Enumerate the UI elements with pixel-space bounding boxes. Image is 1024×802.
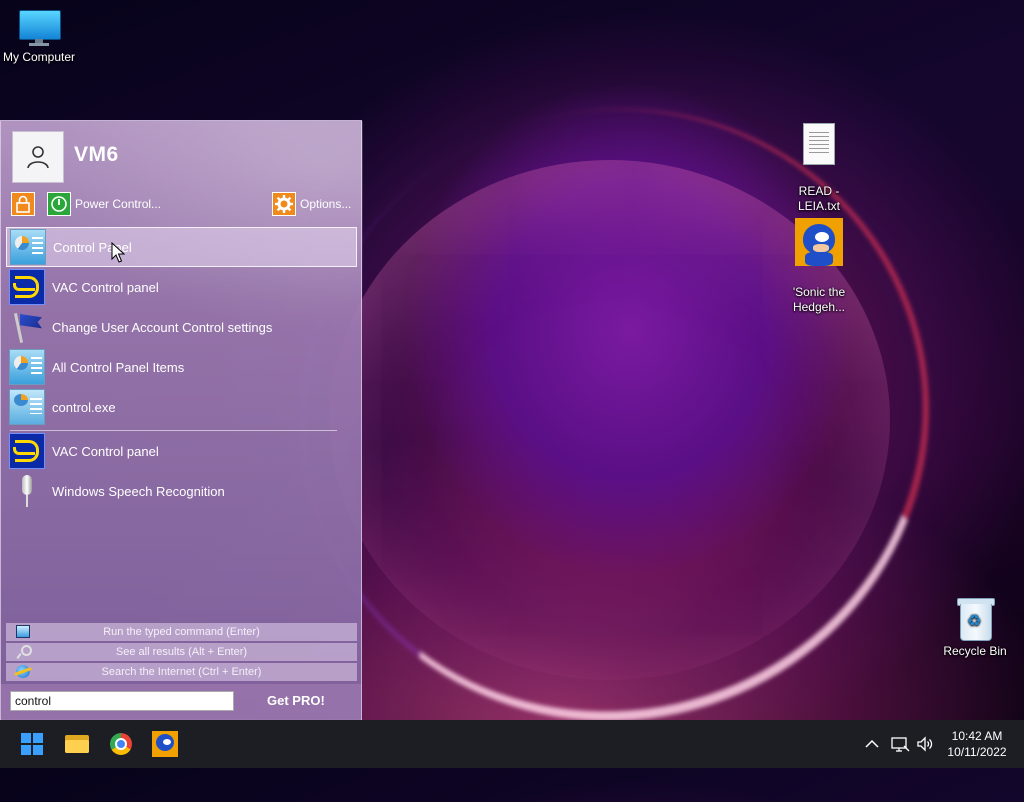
search-internet-button[interactable]: Search the Internet (Ctrl + Enter) xyxy=(6,663,357,681)
vac-icon xyxy=(9,269,45,305)
chevron-up-icon xyxy=(865,739,879,748)
microphone-icon xyxy=(9,473,45,509)
desktop-icon-my-computer[interactable]: My Computer xyxy=(0,10,81,65)
system-clock[interactable]: 10:42 AM 10/11/2022 xyxy=(940,728,1014,760)
volume-button[interactable] xyxy=(915,720,935,768)
result-vac-control-panel-2[interactable]: VAC Control panel xyxy=(6,431,357,471)
sonic-icon xyxy=(152,731,178,757)
internet-explorer-icon xyxy=(16,665,30,678)
search-results: Control Panel VAC Control panel Change U… xyxy=(6,227,357,511)
result-label: Change User Account Control settings xyxy=(52,319,273,335)
control-panel-icon xyxy=(9,349,45,385)
file-explorer-icon xyxy=(65,735,89,753)
power-control-label[interactable]: Power Control... xyxy=(75,197,161,211)
user-icon xyxy=(27,146,49,169)
lock-icon xyxy=(16,195,30,213)
text-file-icon xyxy=(803,123,835,165)
result-speech-recognition[interactable]: Windows Speech Recognition xyxy=(6,471,357,511)
result-label: control.exe xyxy=(52,399,116,415)
options-label[interactable]: Options... xyxy=(300,197,351,211)
desktop-icon-recycle-bin[interactable]: ♻ Recycle Bin xyxy=(933,598,1017,659)
clock-date: 10/11/2022 xyxy=(947,745,1007,759)
lock-button[interactable] xyxy=(11,192,35,216)
network-icon xyxy=(891,737,910,752)
uac-flag-icon xyxy=(9,309,45,345)
result-label: VAC Control panel xyxy=(52,279,159,295)
start-menu: VM6 Power Control... Options... Control xyxy=(0,120,363,720)
recycle-bin-icon: ♻ xyxy=(957,598,995,641)
speaker-icon xyxy=(917,736,933,752)
taskbar-file-explorer[interactable] xyxy=(55,720,99,768)
start-button[interactable] xyxy=(10,720,54,768)
gear-icon xyxy=(275,195,293,213)
sonic-icon xyxy=(795,218,843,266)
result-control-panel[interactable]: Control Panel xyxy=(6,227,357,267)
power-icon xyxy=(51,196,67,212)
result-control-exe[interactable]: control.exe xyxy=(6,387,357,427)
see-all-results-button[interactable]: See all results (Alt + Enter) xyxy=(6,643,357,661)
taskbar: 10:42 AM 10/11/2022 xyxy=(0,720,1024,768)
vac-icon xyxy=(9,433,45,469)
chrome-icon xyxy=(110,733,132,755)
result-uac-settings[interactable]: Change User Account Control settings xyxy=(6,307,357,347)
search-icon xyxy=(16,645,32,658)
desktop-icon-sonic[interactable]: 'Sonic the Hedgeh... xyxy=(777,203,861,330)
network-button[interactable] xyxy=(890,720,910,768)
get-pro-button[interactable]: Get PRO! xyxy=(267,693,325,708)
control-exe-icon xyxy=(9,389,45,425)
taskbar-sonic[interactable] xyxy=(143,720,187,768)
show-hidden-icons-button[interactable] xyxy=(862,720,882,768)
result-vac-control-panel[interactable]: VAC Control panel xyxy=(6,267,357,307)
mouse-cursor-icon xyxy=(111,242,125,263)
search-bar: Get PRO! xyxy=(1,684,361,720)
taskbar-chrome[interactable] xyxy=(99,720,143,768)
power-control-button[interactable] xyxy=(47,192,71,216)
see-all-results-label: See all results (Alt + Enter) xyxy=(115,646,248,658)
run-icon xyxy=(16,625,30,638)
username: VM6 xyxy=(74,143,119,166)
clock-time: 10:42 AM xyxy=(951,729,1003,743)
run-command-label: Run the typed command (Enter) xyxy=(103,626,260,638)
desktop-icon-label: 'Sonic the Hedgeh... xyxy=(792,285,846,314)
start-icon xyxy=(21,733,43,755)
result-label: Windows Speech Recognition xyxy=(52,483,225,499)
run-command-button[interactable]: Run the typed command (Enter) xyxy=(6,623,357,641)
result-all-control-panel-items[interactable]: All Control Panel Items xyxy=(6,347,357,387)
search-input[interactable] xyxy=(10,691,234,711)
desktop-icon-label: My Computer xyxy=(2,50,76,64)
search-internet-label: Search the Internet (Ctrl + Enter) xyxy=(101,666,262,678)
control-panel-icon xyxy=(10,229,46,265)
options-button[interactable] xyxy=(272,192,296,216)
result-label: All Control Panel Items xyxy=(52,359,185,375)
user-avatar[interactable] xyxy=(12,131,64,183)
result-label: VAC Control panel xyxy=(52,443,159,459)
desktop-icon-label: Recycle Bin xyxy=(943,644,1007,658)
computer-icon xyxy=(17,10,61,46)
